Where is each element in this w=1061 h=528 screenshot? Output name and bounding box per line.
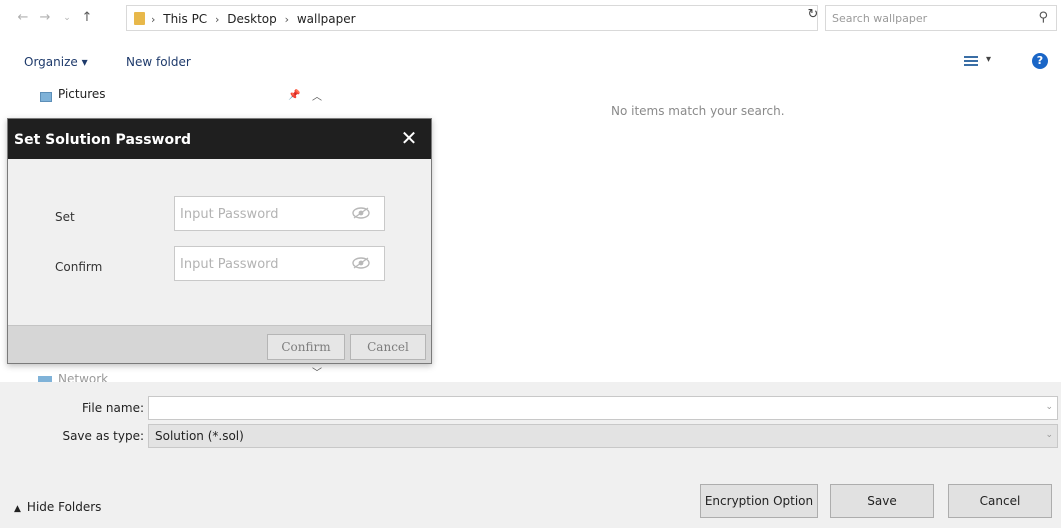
encryption-option-button[interactable]: Encryption Option: [700, 484, 818, 518]
forward-arrow-icon[interactable]: →: [36, 8, 54, 28]
scroll-down-chevron-icon[interactable]: ﹀: [312, 364, 322, 379]
eye-hidden-icon[interactable]: [352, 256, 370, 270]
dialog-title: Set Solution Password: [14, 132, 192, 148]
set-password-dialog: Set Solution Password ✕ Set Confirm Conf…: [7, 118, 432, 364]
save-form-area: File name: ⌄ Save as type: Solution (*.s…: [0, 382, 1061, 528]
command-toolbar: Organize ▾ New folder ▾ ?: [0, 44, 1061, 78]
dialog-cancel-button[interactable]: Cancel: [350, 334, 426, 360]
address-bar-row: ← → ⌄ ↑ › This PC › Desktop › wallpaper …: [0, 0, 1061, 38]
file-name-input[interactable]: [153, 400, 1033, 416]
file-name-label: File name:: [82, 401, 144, 415]
view-options-chevron-icon[interactable]: ▾: [986, 54, 991, 65]
folder-icon: [134, 12, 145, 25]
dialog-confirm-button[interactable]: Confirm: [267, 334, 345, 360]
dialog-footer: Confirm Cancel: [8, 325, 431, 363]
save-as-type-select[interactable]: Solution (*.sol) ⌄: [148, 424, 1058, 448]
file-name-combobox[interactable]: ⌄: [148, 396, 1058, 420]
breadcrumb-separator-icon: ›: [151, 13, 156, 26]
scroll-up-chevron-icon[interactable]: ︿: [312, 88, 322, 103]
confirm-password-field[interactable]: [174, 246, 385, 281]
hide-folders-button[interactable]: ▲ Hide Folders: [14, 500, 101, 514]
set-password-input[interactable]: [180, 205, 340, 223]
cancel-button[interactable]: Cancel: [948, 484, 1052, 518]
save-as-type-label: Save as type:: [62, 429, 144, 443]
chevron-up-icon: ▲: [14, 504, 21, 514]
help-icon[interactable]: ?: [1032, 53, 1048, 69]
recent-locations-chevron-icon[interactable]: ⌄: [58, 8, 76, 28]
empty-results-message: No items match your search.: [611, 104, 785, 118]
hide-folders-label: Hide Folders: [26, 500, 102, 514]
file-name-chevron-icon[interactable]: ⌄: [1045, 402, 1053, 412]
breadcrumb-desktop[interactable]: Desktop: [227, 12, 277, 26]
back-arrow-icon[interactable]: ←: [14, 8, 32, 28]
search-box[interactable]: ⚲: [825, 5, 1057, 31]
confirm-password-label: Confirm: [55, 260, 103, 274]
breadcrumb: › This PC › Desktop › wallpaper: [151, 10, 360, 28]
search-icon[interactable]: ⚲: [1038, 10, 1048, 25]
breadcrumb-separator-icon: ›: [284, 13, 289, 26]
breadcrumb-separator-icon: ›: [215, 13, 220, 26]
refresh-icon[interactable]: ↻: [804, 6, 822, 24]
save-as-type-chevron-icon[interactable]: ⌄: [1045, 430, 1053, 440]
breadcrumb-this-pc[interactable]: This PC: [163, 12, 207, 26]
organize-button[interactable]: Organize ▾: [24, 53, 88, 71]
breadcrumb-wallpaper[interactable]: wallpaper: [297, 12, 356, 26]
dialog-titlebar[interactable]: Set Solution Password ✕: [8, 119, 431, 159]
new-folder-button[interactable]: New folder: [126, 53, 191, 71]
search-input[interactable]: [832, 9, 1022, 27]
set-password-label: Set: [55, 210, 75, 224]
up-arrow-icon[interactable]: ↑: [78, 8, 96, 28]
view-options-icon[interactable]: [964, 56, 978, 66]
nav-item-pictures[interactable]: Pictures: [58, 87, 106, 101]
confirm-password-input[interactable]: [180, 255, 340, 273]
save-as-type-value: Solution (*.sol): [155, 429, 244, 443]
eye-hidden-icon[interactable]: [352, 206, 370, 220]
address-box[interactable]: › This PC › Desktop › wallpaper ⌄: [126, 5, 925, 31]
save-button[interactable]: Save: [830, 484, 934, 518]
pin-icon[interactable]: 📌: [288, 90, 300, 101]
set-password-field[interactable]: [174, 196, 385, 231]
pictures-icon: [40, 92, 52, 102]
close-icon[interactable]: ✕: [398, 127, 420, 149]
